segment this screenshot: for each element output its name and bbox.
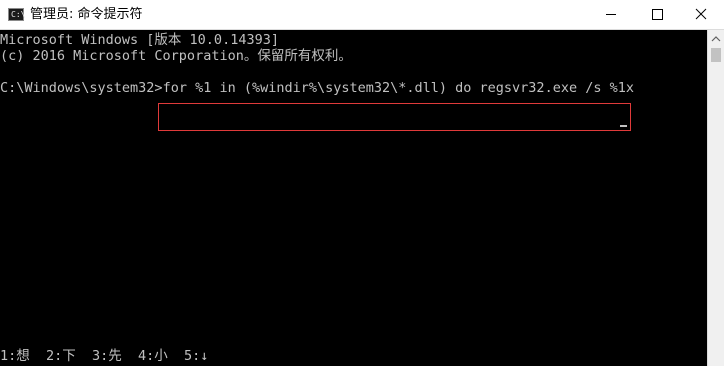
close-icon xyxy=(695,8,707,20)
title-bar[interactable]: C:\ 管理员: 命令提示符 xyxy=(0,0,724,30)
close-button[interactable] xyxy=(678,0,724,29)
console-line-version: Microsoft Windows [版本 10.0.14393] xyxy=(0,32,279,48)
cmd-window: C:\ 管理员: 命令提示符 Microsoft Windows [版本 10.… xyxy=(0,0,724,366)
minimize-icon xyxy=(606,14,616,15)
minimize-button[interactable] xyxy=(588,0,634,29)
console-line-copyright: (c) 2016 Microsoft Corporation。保留所有权利。 xyxy=(0,48,352,64)
vertical-scrollbar[interactable] xyxy=(707,30,724,366)
maximize-button[interactable] xyxy=(634,0,680,29)
cmd-app-icon[interactable]: C:\ xyxy=(8,8,26,21)
window-title: 管理员: 命令提示符 xyxy=(30,7,143,22)
scroll-up-arrow-icon[interactable] xyxy=(708,30,724,47)
console-prompt: C:\Windows\system32> xyxy=(0,80,163,96)
command-highlight-box xyxy=(158,103,631,131)
scroll-thumb[interactable] xyxy=(711,48,721,62)
console-area[interactable]: Microsoft Windows [版本 10.0.14393] (c) 20… xyxy=(0,30,707,366)
cmd-icon-glyph: C:\ xyxy=(11,10,26,19)
maximize-icon xyxy=(652,9,663,20)
ime-candidate-bar[interactable]: 1:想 2:下 3:先 4:小 5:↓ xyxy=(0,348,208,364)
command-text[interactable]: for %1 in (%windir%\system32\*.dll) do r… xyxy=(163,80,634,96)
text-cursor xyxy=(620,125,627,127)
command-line[interactable]: C:\Windows\system32>for %1 in (%windir%\… xyxy=(0,80,634,96)
